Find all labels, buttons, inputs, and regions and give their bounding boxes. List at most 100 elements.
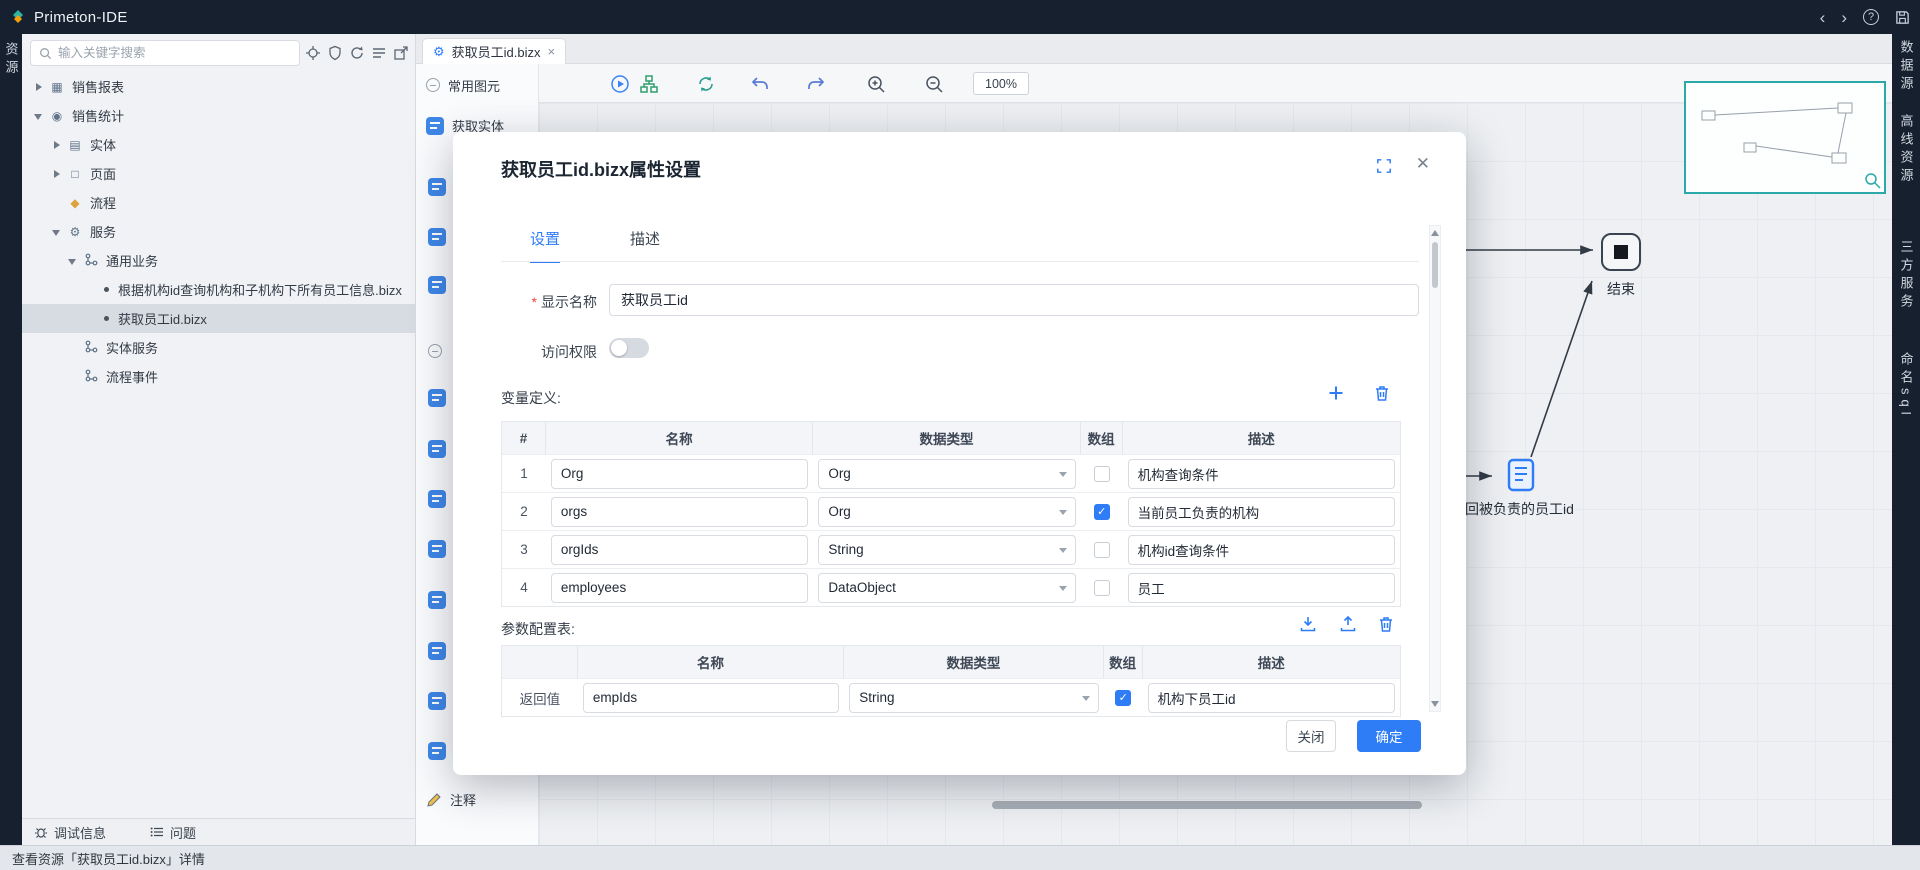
zoom-out-icon[interactable] xyxy=(923,73,945,95)
refresh-icon[interactable] xyxy=(349,45,365,61)
tree-item-page[interactable]: □ 页面 xyxy=(22,159,415,188)
undo-icon[interactable] xyxy=(749,73,771,95)
tree-item-query-org-employees[interactable]: 根据机构id查询机构和子机构下所有员工信息.bizx xyxy=(22,275,415,304)
list-icon[interactable] xyxy=(371,45,387,61)
variable-type-select[interactable]: String xyxy=(818,535,1075,565)
tree-item-general-business[interactable]: 通用业务 xyxy=(22,246,415,275)
end-node[interactable] xyxy=(1601,233,1641,271)
minimap[interactable] xyxy=(1684,81,1886,194)
tree-item-entity-service[interactable]: 实体服务 xyxy=(22,333,415,362)
palette-icon[interactable] xyxy=(428,642,446,660)
palette-group-collapse-icon[interactable] xyxy=(428,344,442,358)
expand-icon[interactable] xyxy=(52,169,62,179)
delete-variable-icon[interactable] xyxy=(1373,384,1391,402)
problems-tab[interactable]: 问题 xyxy=(150,823,196,842)
collapse-icon[interactable] xyxy=(34,111,44,121)
variable-type-select[interactable]: Org xyxy=(818,459,1075,489)
maximize-icon[interactable] xyxy=(1376,158,1392,179)
access-permission-toggle[interactable] xyxy=(609,338,649,358)
variable-desc-input[interactable] xyxy=(1128,573,1395,603)
variable-name-input[interactable] xyxy=(551,573,808,603)
array-checkbox[interactable] xyxy=(1094,504,1110,520)
zoom-level-select[interactable]: 100% xyxy=(973,72,1029,95)
array-checkbox[interactable] xyxy=(1094,580,1110,596)
tab-description[interactable]: 描述 xyxy=(630,228,660,263)
tree-item-sales-report[interactable]: ▦ 销售报表 xyxy=(22,72,415,101)
nav-back-icon[interactable]: ‹ xyxy=(1820,9,1826,26)
tree-item-process[interactable]: ◆ 流程 xyxy=(22,188,415,217)
export-icon[interactable] xyxy=(393,45,409,61)
add-variable-icon[interactable] xyxy=(1327,384,1345,402)
display-name-input[interactable] xyxy=(609,284,1419,316)
tab-settings[interactable]: 设置 xyxy=(530,228,560,263)
strip-tab-resources[interactable]: 资源 xyxy=(2,42,21,78)
collapse-icon[interactable] xyxy=(68,256,78,266)
variable-desc-input[interactable] xyxy=(1128,535,1395,565)
zoom-in-icon[interactable] xyxy=(865,73,887,95)
return-script-node[interactable] xyxy=(1501,455,1541,495)
palette-icon[interactable] xyxy=(428,742,446,760)
param-type-select[interactable]: String xyxy=(849,683,1098,713)
strip-tab-resource-lib[interactable]: 高线资源 xyxy=(1897,114,1916,186)
export-params-icon[interactable] xyxy=(1339,615,1357,633)
scroll-up-icon[interactable] xyxy=(1431,230,1439,236)
expand-icon[interactable] xyxy=(34,82,44,92)
tab-close-icon[interactable]: × xyxy=(548,44,556,59)
palette-icon[interactable] xyxy=(428,490,446,508)
tree-item-sales-statistics[interactable]: ◉ 销售统计 xyxy=(22,101,415,130)
palette-item-comment[interactable]: 注释 xyxy=(426,790,476,809)
close-icon[interactable]: ✕ xyxy=(1416,154,1430,174)
palette-icon[interactable] xyxy=(428,540,446,558)
palette-icon[interactable] xyxy=(428,178,446,196)
locate-icon[interactable] xyxy=(305,45,321,61)
help-icon[interactable]: ? xyxy=(1863,9,1879,25)
strip-tab-third-party[interactable]: 三方服务 xyxy=(1897,240,1916,312)
close-button[interactable]: 关闭 xyxy=(1286,720,1336,752)
collapse-icon[interactable] xyxy=(52,227,62,237)
variable-type-select[interactable]: Org xyxy=(818,497,1075,527)
delete-param-icon[interactable] xyxy=(1377,615,1395,633)
tree-item-service[interactable]: ⚙ 服务 xyxy=(22,217,415,246)
param-desc-input[interactable] xyxy=(1148,683,1395,713)
variable-desc-input[interactable] xyxy=(1128,497,1395,527)
scrollbar-thumb[interactable] xyxy=(1432,242,1438,288)
dialog-scrollbar[interactable] xyxy=(1429,225,1441,712)
variable-desc-input[interactable] xyxy=(1128,459,1395,489)
debug-info-tab[interactable]: 调试信息 xyxy=(34,823,106,842)
array-checkbox[interactable] xyxy=(1115,690,1131,706)
debug-run-icon[interactable] xyxy=(609,73,631,95)
param-name-input[interactable] xyxy=(583,683,839,713)
palette-icon[interactable] xyxy=(428,389,446,407)
shield-icon[interactable] xyxy=(327,45,343,61)
palette-icon[interactable] xyxy=(428,440,446,458)
tree-item-process-event[interactable]: 流程事件 xyxy=(22,362,415,391)
array-checkbox[interactable] xyxy=(1094,542,1110,558)
search-input[interactable] xyxy=(58,46,291,60)
palette-icon[interactable] xyxy=(428,228,446,246)
redo-icon[interactable] xyxy=(805,73,827,95)
palette-icon[interactable] xyxy=(428,276,446,294)
ok-button[interactable]: 确定 xyxy=(1357,720,1421,752)
variable-type-select[interactable]: DataObject xyxy=(818,573,1075,603)
collapse-group-icon[interactable] xyxy=(426,78,440,92)
variable-name-input[interactable] xyxy=(551,497,808,527)
tree-item-entity[interactable]: ▤ 实体 xyxy=(22,130,415,159)
canvas-horizontal-scrollbar[interactable] xyxy=(992,801,1422,809)
tree-item-get-employee-id[interactable]: 获取员工id.bizx xyxy=(22,304,415,333)
search-input-box[interactable] xyxy=(30,40,300,66)
array-checkbox[interactable] xyxy=(1094,466,1110,482)
import-params-icon[interactable] xyxy=(1299,615,1317,633)
strip-tab-named-sql[interactable]: 命名sql xyxy=(1897,352,1916,420)
strip-tab-datasource[interactable]: 数据源 xyxy=(1897,40,1916,94)
scroll-down-icon[interactable] xyxy=(1431,701,1439,707)
nav-forward-icon[interactable]: › xyxy=(1841,9,1847,26)
variable-name-input[interactable] xyxy=(551,535,808,565)
expand-icon[interactable] xyxy=(52,140,62,150)
save-icon[interactable] xyxy=(1895,10,1910,25)
hierarchy-icon[interactable] xyxy=(638,73,660,95)
palette-icon[interactable] xyxy=(428,591,446,609)
sync-settings-icon[interactable] xyxy=(695,73,717,95)
palette-icon[interactable] xyxy=(428,692,446,710)
variable-name-input[interactable] xyxy=(551,459,808,489)
editor-tab-active[interactable]: ⚙ 获取员工id.bizx × xyxy=(422,38,566,64)
